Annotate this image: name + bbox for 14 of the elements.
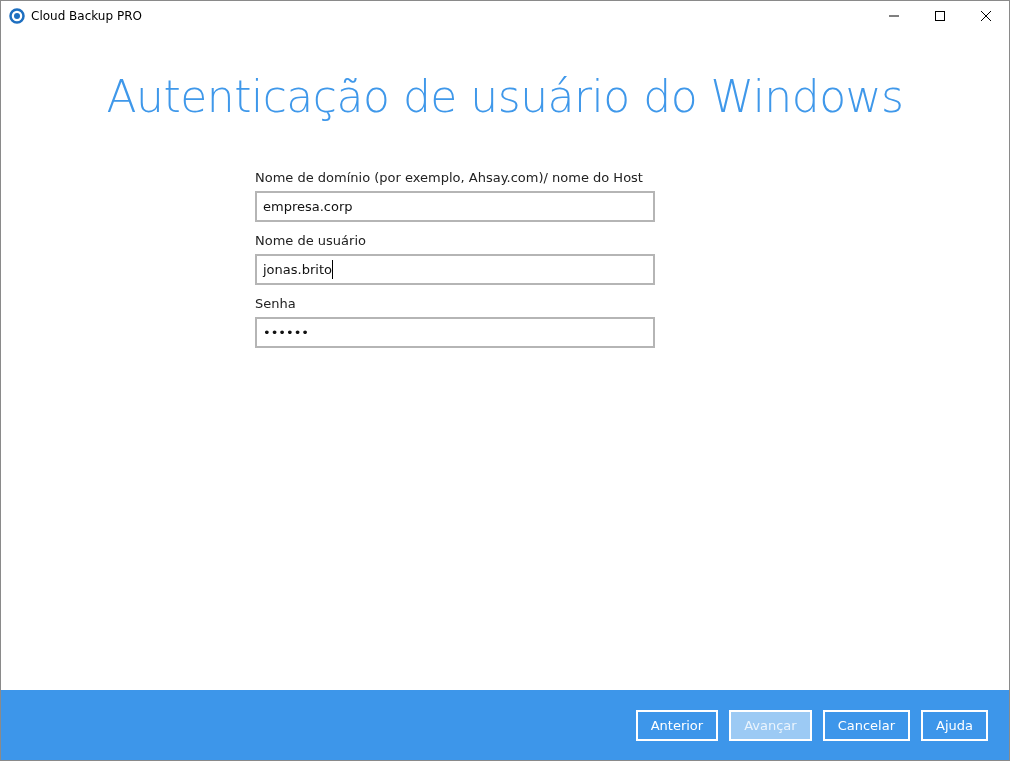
app-logo-icon [9, 8, 25, 24]
field-label: Nome de domínio (por exemplo, Ahsay.com)/ nome do Host [255, 170, 644, 185]
field-label: Nome de usuário [255, 233, 367, 248]
input-field[interactable]: •••••• [255, 317, 655, 348]
maximize-icon [935, 11, 945, 21]
footer-button[interactable]: Anterior [635, 709, 719, 741]
window-title: Cloud Backup PRO [31, 9, 143, 23]
input-field[interactable]: empresa.corp [255, 191, 655, 222]
footer-button[interactable]: Cancelar [822, 709, 911, 741]
close-icon [981, 11, 991, 21]
page-heading: Autenticação de usuário do Windows [106, 71, 904, 122]
footer-button[interactable]: Ajuda [921, 709, 988, 741]
field-label: Senha [255, 296, 297, 311]
input-field[interactable]: jonas.brito [255, 254, 655, 285]
